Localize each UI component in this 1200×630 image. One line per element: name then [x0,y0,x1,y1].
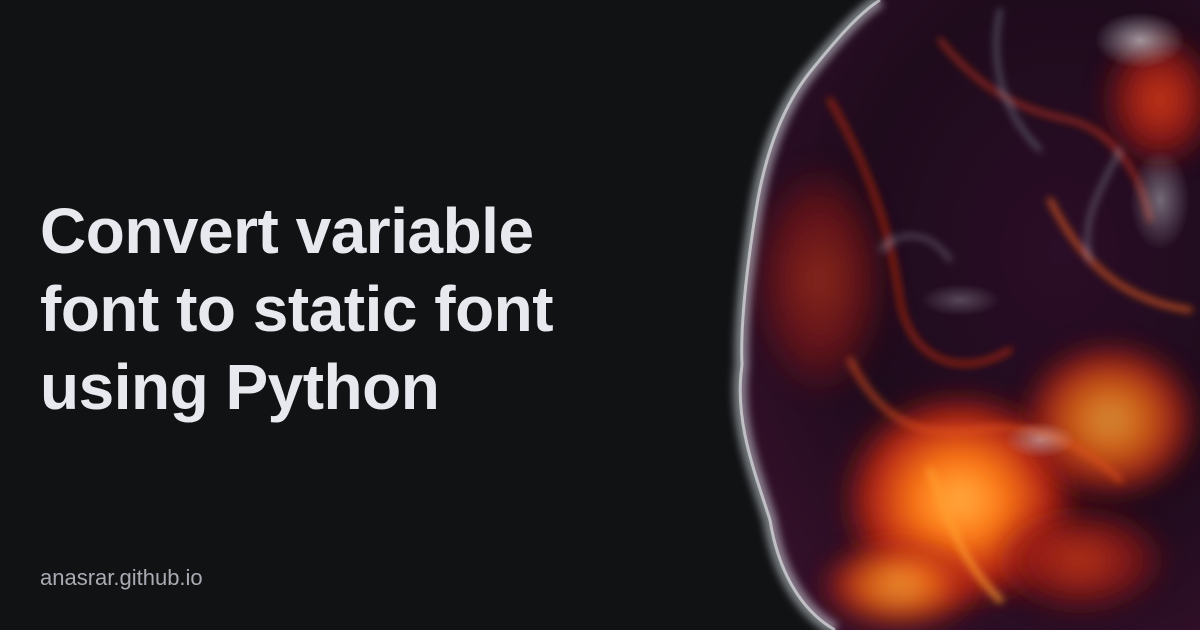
site-url: anasrar.github.io [40,565,203,590]
title-line-2: font to static font [40,273,554,345]
page-title: Convert variable font to static font usi… [40,192,680,426]
social-card: Convert variable font to static font usi… [0,0,1200,630]
title-line-1: Convert variable [40,195,534,267]
title-line-3: using Python [40,351,440,423]
